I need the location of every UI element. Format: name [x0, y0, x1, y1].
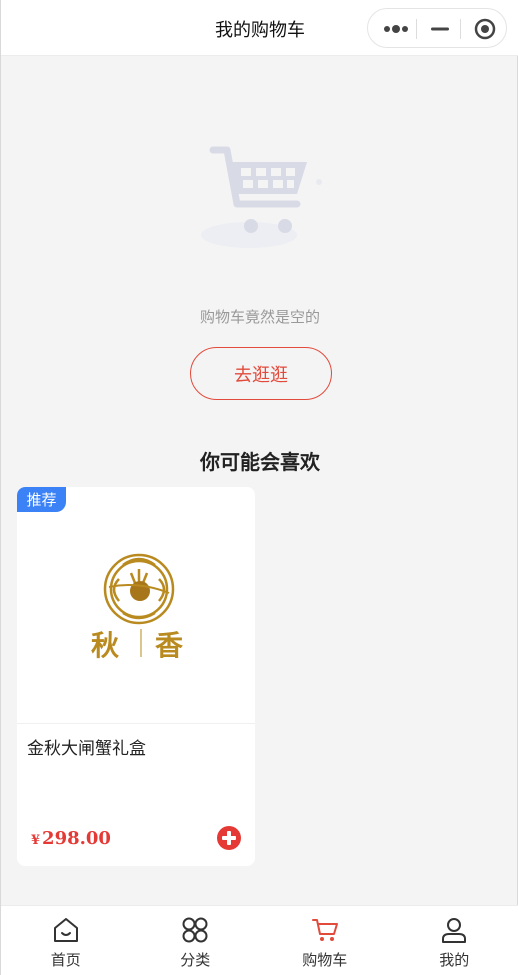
product-name[interactable]: 金秋大闸蟹礼盒 [27, 734, 146, 759]
add-to-cart-icon[interactable] [216, 825, 242, 851]
tab-label: 我的 [439, 951, 470, 969]
capsule-divider [416, 19, 417, 39]
app-frame: 我的 购物车 购物车竟然是空的 去逛逛 你可能会喜欢 秋 香 推荐 金秋大闸蟹礼盒… [0, 0, 518, 975]
home-icon [53, 918, 78, 942]
close-mini-program-icon[interactable] [474, 18, 496, 40]
tab-category[interactable]: 分类 [131, 906, 261, 975]
empty-cart-message: 购物车竟然是空的 [199, 308, 320, 326]
recommend-section-title: 你可能会喜欢 [200, 450, 320, 474]
tab-cart[interactable]: 购物车 [260, 906, 390, 975]
user-icon [442, 918, 467, 943]
currency-symbol: ¥ [31, 833, 41, 848]
go-shopping-button[interactable]: 去逛逛 [190, 347, 332, 400]
tab-home[interactable]: 首页 [1, 906, 131, 975]
category-icon [182, 917, 208, 943]
product-card[interactable]: 秋 香 推荐 金秋大闸蟹礼盒 ¥298.00 [17, 487, 255, 866]
mini-program-capsule [367, 8, 507, 48]
price-value: 298.00 [42, 828, 111, 849]
cart-icon [311, 919, 338, 941]
svg-text:香: 香 [155, 629, 183, 662]
product-price: ¥298.00 [31, 828, 111, 849]
tab-label: 购物车 [302, 951, 348, 969]
product-image[interactable]: 秋 香 [17, 487, 255, 724]
tab-label: 首页 [50, 951, 81, 969]
more-icon[interactable] [382, 19, 410, 39]
capsule-divider [460, 19, 461, 39]
bottom-tab-bar: 首页 分类 购物车 我的 [1, 905, 518, 975]
minimize-icon[interactable] [430, 19, 450, 39]
top-navigation-bar: 我的购物车 [1, 0, 518, 56]
recommend-badge: 推荐 [17, 487, 66, 512]
tab-label: 分类 [180, 951, 211, 969]
qiuxiang-logo: 秋 香 [91, 553, 183, 662]
svg-text:秋: 秋 [91, 629, 120, 662]
empty-cart-illustration [201, 146, 322, 248]
tab-mine[interactable]: 我的 [390, 906, 518, 975]
